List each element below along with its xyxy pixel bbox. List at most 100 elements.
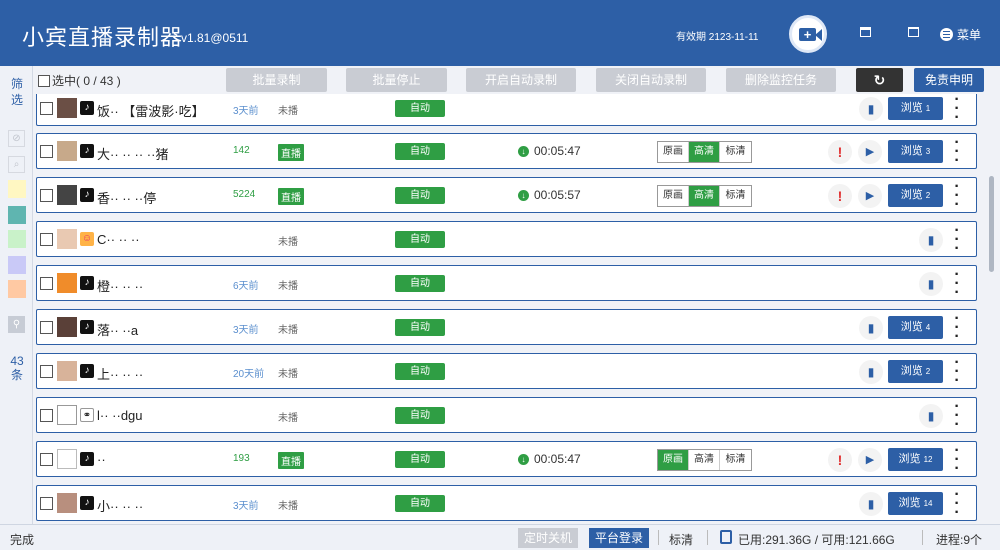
more-options-icon[interactable]: · · · <box>952 267 962 301</box>
batch-record-button[interactable]: 批量录制 <box>226 68 327 92</box>
row-checkbox[interactable] <box>40 145 53 158</box>
auto-record-toggle[interactable]: 自动 <box>395 143 445 160</box>
table-row[interactable]: ♪ 橙·· ·· ·· 6天前 未播 自动 ▮ · · · <box>36 265 977 301</box>
table-row[interactable]: ♪ 饭·· 【雷波影·吃】 3天前 未播 自动 ▮ 浏览 1 · · · <box>36 94 977 126</box>
delete-icon[interactable]: ▮ <box>919 404 943 428</box>
add-live-room-button[interactable]: + <box>789 15 827 53</box>
table-row[interactable]: ♪ 落·· ··a 3天前 未播 自动 ▮ 浏览 4 · · · <box>36 309 977 345</box>
more-options-icon[interactable]: · · · <box>952 355 962 389</box>
play-icon[interactable]: ▶ <box>858 140 882 164</box>
browse-button[interactable]: 浏览 4 <box>888 316 943 339</box>
table-row[interactable]: ♪ 香·· ·· ··停 5224 直播 自动 ↓ 00:05:57 原画 高清 … <box>36 177 977 213</box>
stop-record-icon[interactable]: ! <box>828 448 852 472</box>
color-filter-yellow[interactable] <box>8 180 26 198</box>
select-all[interactable]: 选中( 0 / 43 ) <box>38 72 121 89</box>
disable-auto-record-button[interactable]: 关闭自动录制 <box>596 68 706 92</box>
delete-icon[interactable]: ▮ <box>859 316 883 340</box>
row-checkbox[interactable] <box>40 365 53 378</box>
clear-filter-icon[interactable]: ⚲ <box>8 316 25 333</box>
row-checkbox[interactable] <box>40 233 53 246</box>
more-options-icon[interactable]: · · · <box>952 94 962 126</box>
auto-record-toggle[interactable]: 自动 <box>395 187 445 204</box>
task-count: 43条 <box>10 354 24 382</box>
table-row[interactable]: ♪ ·· 193 直播 自动 ↓ 00:05:47 原画 高清 标清 ! ▶ 浏览… <box>36 441 977 477</box>
table-row[interactable]: ♪ 上·· ·· ·· 20天前 未播 自动 ▮ 浏览 2 · · · <box>36 353 977 389</box>
color-filter-orange[interactable] <box>8 280 26 298</box>
row-checkbox[interactable] <box>40 497 53 510</box>
stop-record-icon[interactable]: ! <box>828 184 852 208</box>
quality-high[interactable]: 高清 <box>689 142 720 162</box>
browse-button[interactable]: 浏览 1 <box>888 97 943 120</box>
quality-original[interactable]: 原画 <box>658 186 689 206</box>
more-options-icon[interactable]: · · · <box>952 443 962 477</box>
menu-button[interactable]: 菜单 <box>940 26 981 43</box>
auto-record-toggle[interactable]: 自动 <box>395 319 445 336</box>
quality-high[interactable]: 高清 <box>689 186 720 206</box>
table-row[interactable]: ⚭ l·· ··dgu 未播 自动 ▮ · · · <box>36 397 977 433</box>
table-row[interactable]: ♪ 小·· ·· ·· 3天前 未播 自动 ▮ 浏览 14 · · · <box>36 485 977 521</box>
row-checkbox[interactable] <box>40 277 53 290</box>
quality-high[interactable]: 高清 <box>689 450 720 470</box>
quality-standard[interactable]: 标清 <box>720 186 751 206</box>
more-options-icon[interactable]: · · · <box>952 179 962 213</box>
delete-icon[interactable]: ▮ <box>859 360 883 384</box>
color-filter-lavender[interactable] <box>8 256 26 274</box>
list-scrollbar[interactable] <box>989 176 994 272</box>
row-checkbox[interactable] <box>40 321 53 334</box>
browse-button[interactable]: 浏览 12 <box>888 448 943 471</box>
quality-standard[interactable]: 标清 <box>720 142 751 162</box>
auto-record-toggle[interactable]: 自动 <box>395 451 445 468</box>
refresh-button[interactable]: ↻ <box>856 68 903 92</box>
row-checkbox[interactable] <box>40 453 53 466</box>
quality-status[interactable]: 标清 <box>669 531 693 548</box>
delete-monitor-tasks-button[interactable]: 删除监控任务 <box>726 68 836 92</box>
disk-icon <box>720 530 732 544</box>
download-icon: ↓ <box>518 145 529 157</box>
delete-icon[interactable]: ▮ <box>919 272 943 296</box>
quality-standard[interactable]: 标清 <box>720 450 751 470</box>
more-options-icon[interactable]: · · · <box>952 487 962 521</box>
folder-icon[interactable] <box>908 27 919 37</box>
scheduled-shutdown-button[interactable]: 定时关机 <box>518 528 579 548</box>
platform-login-button[interactable]: 平台登录 <box>589 528 650 548</box>
table-row[interactable]: ☺ C·· ·· ·· 未播 自动 ▮ · · · <box>36 221 977 257</box>
browse-button[interactable]: 浏览 3 <box>888 140 943 163</box>
maximize-window-icon[interactable] <box>860 27 871 37</box>
color-filter-teal[interactable] <box>8 206 26 224</box>
row-checkbox[interactable] <box>40 409 53 422</box>
quality-selector[interactable]: 原画 高清 标清 <box>657 449 752 471</box>
more-options-icon[interactable]: · · · <box>952 399 962 433</box>
auto-record-toggle[interactable]: 自动 <box>395 363 445 380</box>
enable-auto-record-button[interactable]: 开启自动录制 <box>466 68 576 92</box>
delete-icon[interactable]: ▮ <box>859 97 883 121</box>
disclaimer-button[interactable]: 免责申明 <box>914 68 984 92</box>
delete-icon[interactable]: ▮ <box>919 228 943 252</box>
row-checkbox[interactable] <box>40 102 53 115</box>
auto-record-toggle[interactable]: 自动 <box>395 495 445 512</box>
select-all-checkbox[interactable] <box>38 74 50 87</box>
more-options-icon[interactable]: · · · <box>952 223 962 257</box>
more-options-icon[interactable]: · · · <box>952 311 962 345</box>
color-filter-green[interactable] <box>8 230 26 248</box>
auto-record-toggle[interactable]: 自动 <box>395 275 445 292</box>
table-row[interactable]: ♪ 大·· ·· ·· ··猪 142 直播 自动 ↓ 00:05:47 原画 高… <box>36 133 977 169</box>
search-icon[interactable]: ⌕ <box>8 156 25 173</box>
auto-record-toggle[interactable]: 自动 <box>395 100 445 117</box>
auto-record-toggle[interactable]: 自动 <box>395 231 445 248</box>
play-icon[interactable]: ▶ <box>858 448 882 472</box>
quality-selector[interactable]: 原画 高清 标清 <box>657 185 752 207</box>
more-options-icon[interactable]: · · · <box>952 135 962 169</box>
browse-button[interactable]: 浏览 2 <box>888 184 943 207</box>
play-icon[interactable]: ▶ <box>858 184 882 208</box>
row-checkbox[interactable] <box>40 189 53 202</box>
batch-stop-button[interactable]: 批量停止 <box>346 68 447 92</box>
browse-button[interactable]: 浏览 2 <box>888 360 943 383</box>
auto-record-toggle[interactable]: 自动 <box>395 407 445 424</box>
disable-icon[interactable]: ⊘ <box>8 130 25 147</box>
browse-button[interactable]: 浏览 14 <box>888 492 943 515</box>
quality-selector[interactable]: 原画 高清 标清 <box>657 141 752 163</box>
stop-record-icon[interactable]: ! <box>828 140 852 164</box>
delete-icon[interactable]: ▮ <box>859 492 883 516</box>
quality-original[interactable]: 原画 <box>658 450 689 470</box>
quality-original[interactable]: 原画 <box>658 142 689 162</box>
